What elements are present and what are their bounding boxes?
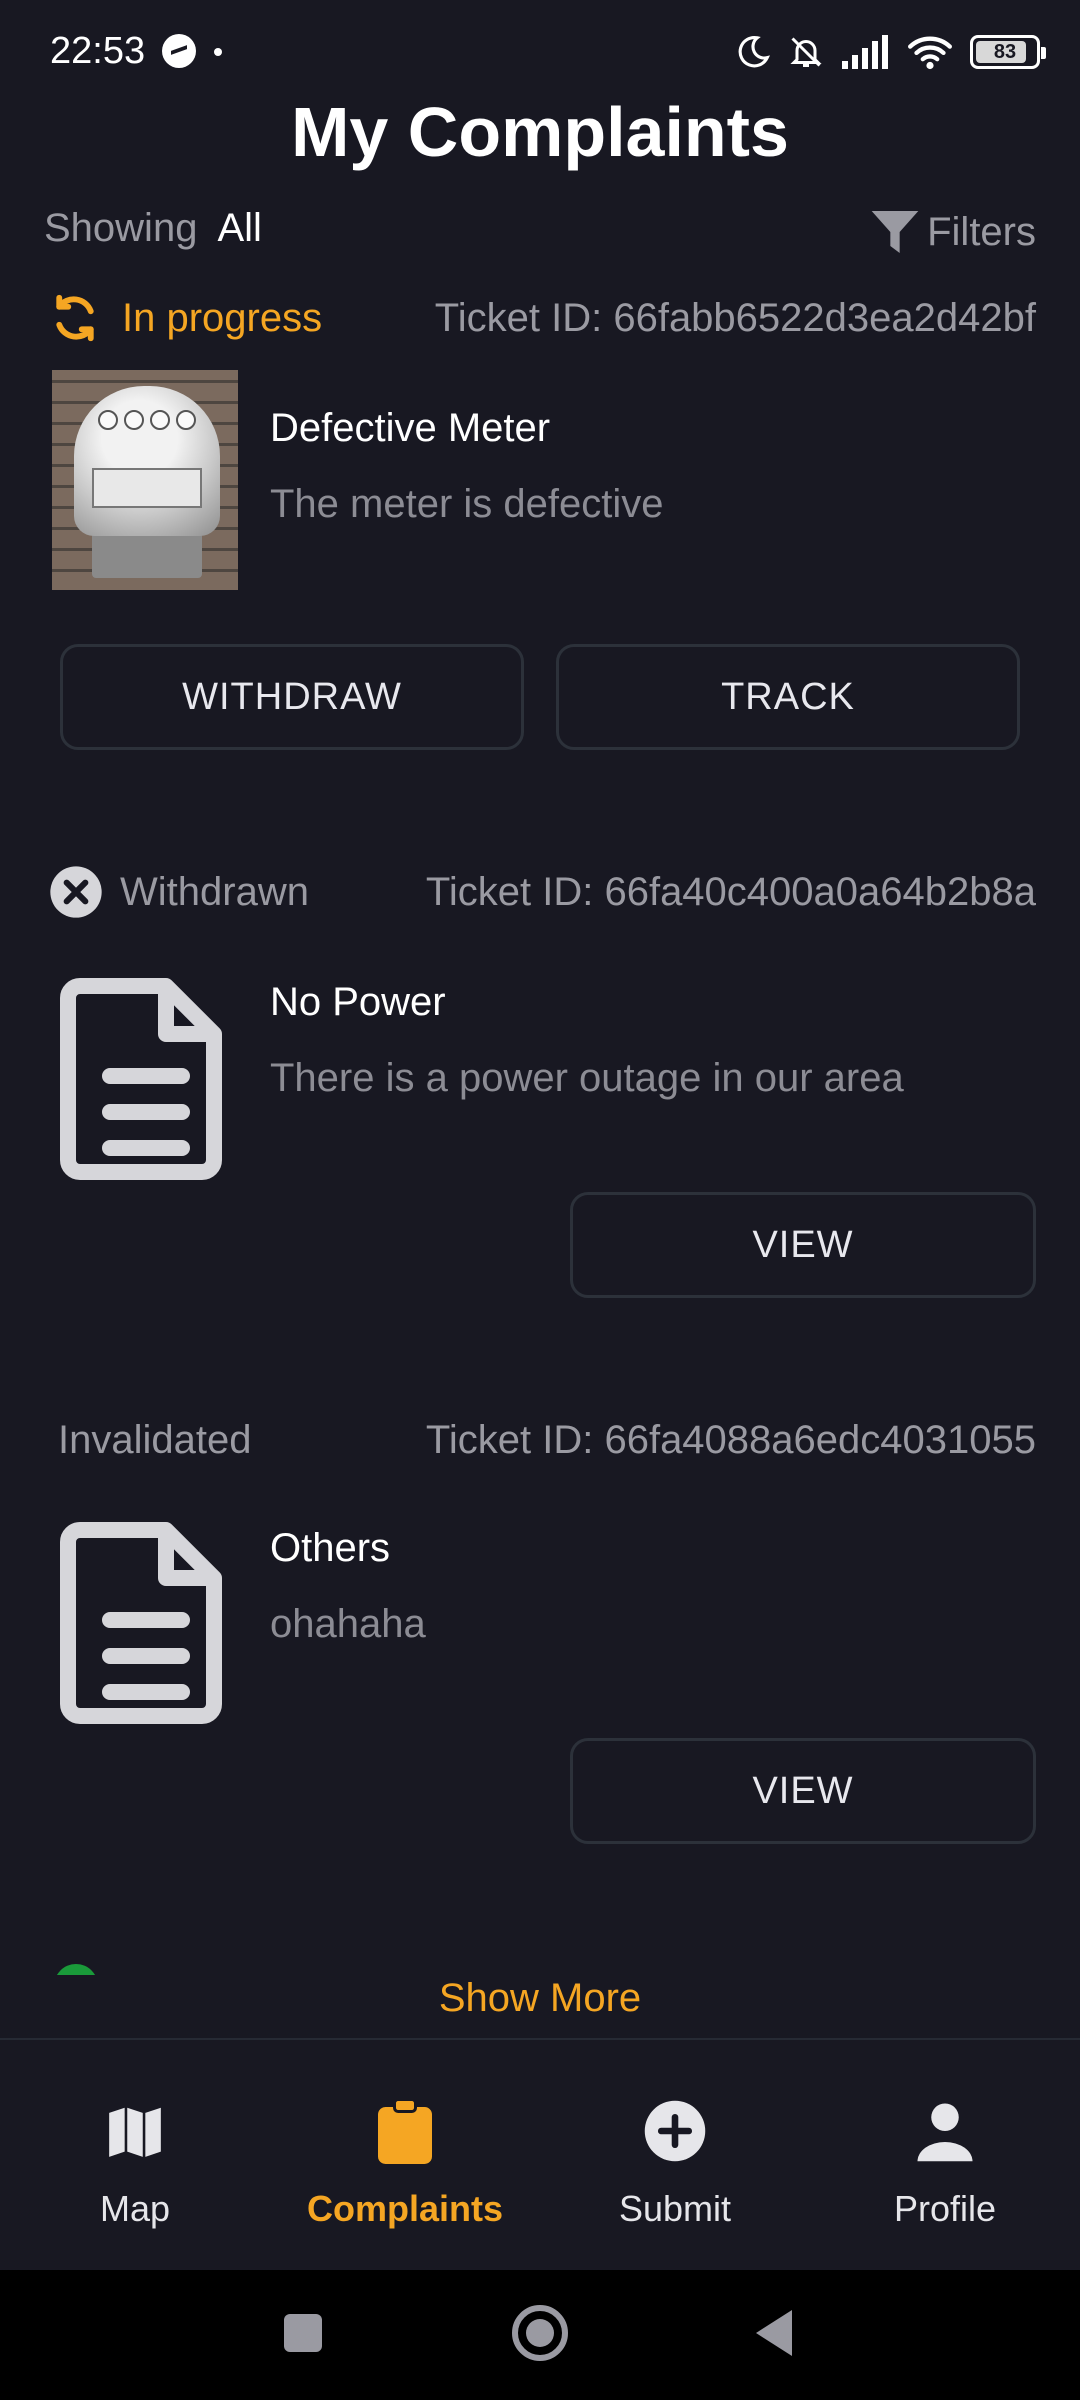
in-progress-icon — [56, 294, 94, 342]
showing-label: Showing — [44, 206, 198, 250]
recents-button-icon[interactable] — [280, 2298, 326, 2368]
nav-item-complaints[interactable]: Complaints — [270, 2086, 540, 2230]
wifi-icon — [908, 36, 952, 70]
home-button-icon[interactable] — [508, 2298, 572, 2368]
complaint-description: ohahaha — [270, 1602, 426, 1646]
status-label: Invalidated — [58, 1417, 252, 1462]
showing-value[interactable]: All — [217, 206, 261, 250]
complaint-title: Defective Meter — [270, 406, 551, 450]
status-bar: 22:53 83 — [0, 0, 1080, 100]
filter-icon — [871, 211, 919, 253]
messenger-icon — [162, 34, 196, 68]
status-indicator: In progress — [48, 291, 322, 345]
status-line: Withdrawn Ticket ID: 66fa40c400a0a64b2b8… — [48, 862, 1036, 922]
ticket-id: Ticket ID: 66fabb6522d3ea2d42bf — [434, 295, 1036, 340]
document-icon[interactable] — [52, 1510, 238, 1730]
bell-off-icon — [790, 37, 822, 67]
ticket-id: Ticket ID: 66fa4088a6edc4031055 — [425, 1417, 1036, 1462]
view-button[interactable]: VIEW — [570, 1738, 1036, 1844]
back-button-icon[interactable] — [752, 2298, 798, 2368]
complaint-card: In progress Ticket ID: 66fabb6522d3ea2d4… — [0, 288, 1080, 758]
page-title: My Complaints — [291, 93, 789, 171]
complaint-title: Others — [270, 1526, 391, 1570]
complaint-description: There is a power outage in our area — [270, 1056, 904, 1100]
filters-label: Filters — [927, 209, 1036, 254]
complaint-card: Invalidated Ticket ID: 66fa4088a6edc4031… — [0, 1410, 1080, 1850]
nav-item-profile[interactable]: Profile — [810, 2086, 1080, 2230]
status-indicator: Invalidated — [58, 1418, 251, 1463]
show-more-link[interactable]: Show More — [0, 1976, 1080, 2021]
person-icon — [917, 2103, 973, 2162]
status-line: In progress Ticket ID: 66fabb6522d3ea2d4… — [48, 288, 1036, 348]
battery-icon: 83 — [970, 35, 1046, 69]
status-indicator: Withdrawn — [48, 864, 309, 920]
screen: 22:53 83 My Complaints Showing All Filter… — [0, 0, 1080, 2400]
complaint-description: The meter is defective — [270, 482, 664, 526]
filters-button[interactable]: Filters — [867, 204, 1036, 260]
notification-dot-icon — [214, 48, 222, 56]
ticket-id: Ticket ID: 66fa40c400a0a64b2b8a — [425, 869, 1036, 914]
complaint-title: No Power — [270, 980, 446, 1024]
nav-label-profile: Profile — [893, 2188, 997, 2229]
nav-item-submit[interactable]: Submit — [540, 2086, 810, 2230]
nav-label-map: Map — [99, 2188, 171, 2229]
complaint-photo-thumbnail[interactable] — [52, 370, 238, 590]
add-circle-icon — [644, 2100, 706, 2162]
status-label: Withdrawn — [120, 869, 309, 914]
document-icon[interactable] — [52, 966, 238, 1186]
withdrawn-x-icon — [50, 866, 102, 918]
status-label: In progress — [122, 295, 323, 340]
nav-label-submit: Submit — [618, 2188, 732, 2229]
nav-label-complaints: Complaints — [306, 2188, 503, 2229]
system-nav-bar — [0, 2270, 1080, 2400]
track-button[interactable]: TRACK — [556, 644, 1020, 750]
status-line: Invalidated Ticket ID: 66fa4088a6edc4031… — [58, 1410, 1036, 1470]
view-button[interactable]: VIEW — [570, 1192, 1036, 1298]
showing-filter: Showing All — [44, 206, 262, 251]
status-time: 22:53 — [50, 30, 146, 72]
clipboard-icon — [378, 2098, 432, 2164]
withdraw-button[interactable]: WITHDRAW — [60, 644, 524, 750]
bottom-nav: Map Complaints Submit Profile — [0, 2040, 1080, 2270]
nav-item-map[interactable]: Map — [0, 2086, 270, 2230]
battery-level: 83 — [993, 40, 1017, 63]
moon-icon — [738, 35, 770, 68]
status-icons: 83 — [736, 30, 1046, 74]
signal-icon — [842, 35, 888, 69]
map-icon — [109, 2107, 161, 2157]
complaint-card: Withdrawn Ticket ID: 66fa40c400a0a64b2b8… — [0, 862, 1080, 1302]
